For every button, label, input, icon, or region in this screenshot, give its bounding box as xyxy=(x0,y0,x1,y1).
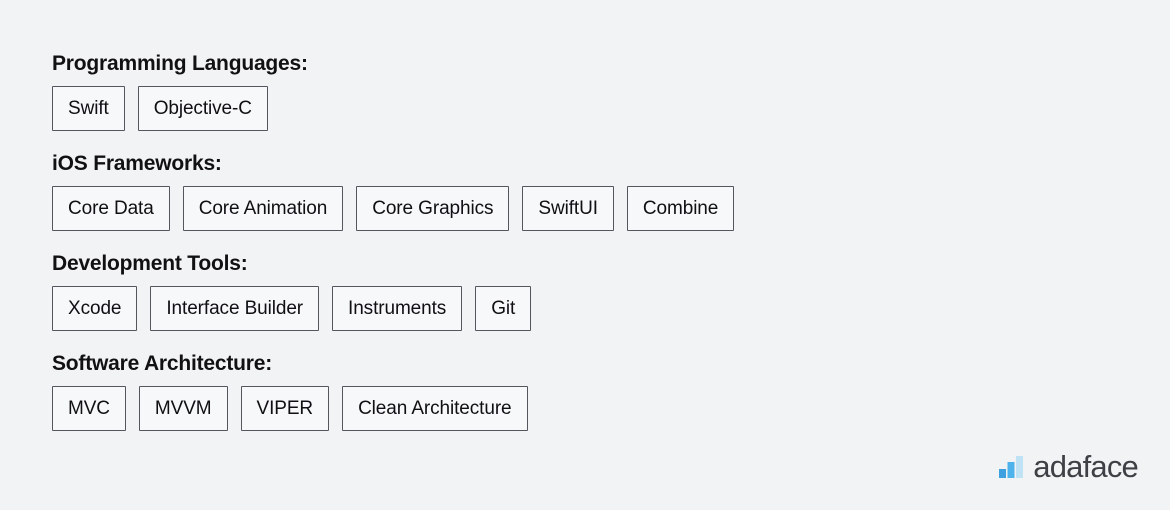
skill-chip[interactable]: Clean Architecture xyxy=(342,386,528,432)
chip-row: Swift Objective-C xyxy=(52,86,1170,132)
skill-chip[interactable]: Objective-C xyxy=(137,86,268,132)
section-software-architecture: Software Architecture: MVC MVVM VIPER Cl… xyxy=(52,352,1170,432)
skill-chip[interactable]: Core Graphics xyxy=(356,186,510,232)
section-development-tools: Development Tools: Xcode Interface Build… xyxy=(52,252,1170,332)
skill-chip[interactable]: VIPER xyxy=(240,386,330,432)
skill-chip[interactable]: Core Animation xyxy=(182,186,344,232)
skill-chip[interactable]: Swift xyxy=(52,86,125,132)
section-heading: Programming Languages: xyxy=(52,52,308,75)
section-ios-frameworks: iOS Frameworks: Core Data Core Animation… xyxy=(52,152,1170,232)
skill-chip[interactable]: Combine xyxy=(626,186,735,232)
bar-chart-logo-icon xyxy=(999,455,1024,478)
section-heading: iOS Frameworks: xyxy=(52,152,222,176)
skills-panel: Programming Languages: Swift Objective-C… xyxy=(0,0,1170,510)
chip-row: MVC MVVM VIPER Clean Architecture xyxy=(52,386,1170,432)
chip-row: Core Data Core Animation Core Graphics S… xyxy=(52,186,1170,232)
adaface-logo: adaface xyxy=(998,449,1139,484)
skill-chip[interactable]: Core Data xyxy=(52,186,170,232)
skill-chip[interactable]: SwiftUI xyxy=(522,186,614,232)
section-heading: Development Tools: xyxy=(52,252,248,276)
skill-chip[interactable]: Xcode xyxy=(52,286,138,332)
section-programming-languages: Programming Languages: Swift Objective-C xyxy=(52,52,1170,132)
chip-row: Xcode Interface Builder Instruments Git xyxy=(52,286,1170,332)
brand-name: adaface xyxy=(1033,449,1139,484)
section-heading: Software Architecture: xyxy=(52,352,273,376)
skill-chip[interactable]: Git xyxy=(475,286,532,332)
skill-chip[interactable]: MVC xyxy=(52,386,126,432)
skill-chip[interactable]: MVVM xyxy=(138,386,228,432)
skill-chip[interactable]: Interface Builder xyxy=(150,286,320,332)
skill-chip[interactable]: Instruments xyxy=(332,286,463,332)
